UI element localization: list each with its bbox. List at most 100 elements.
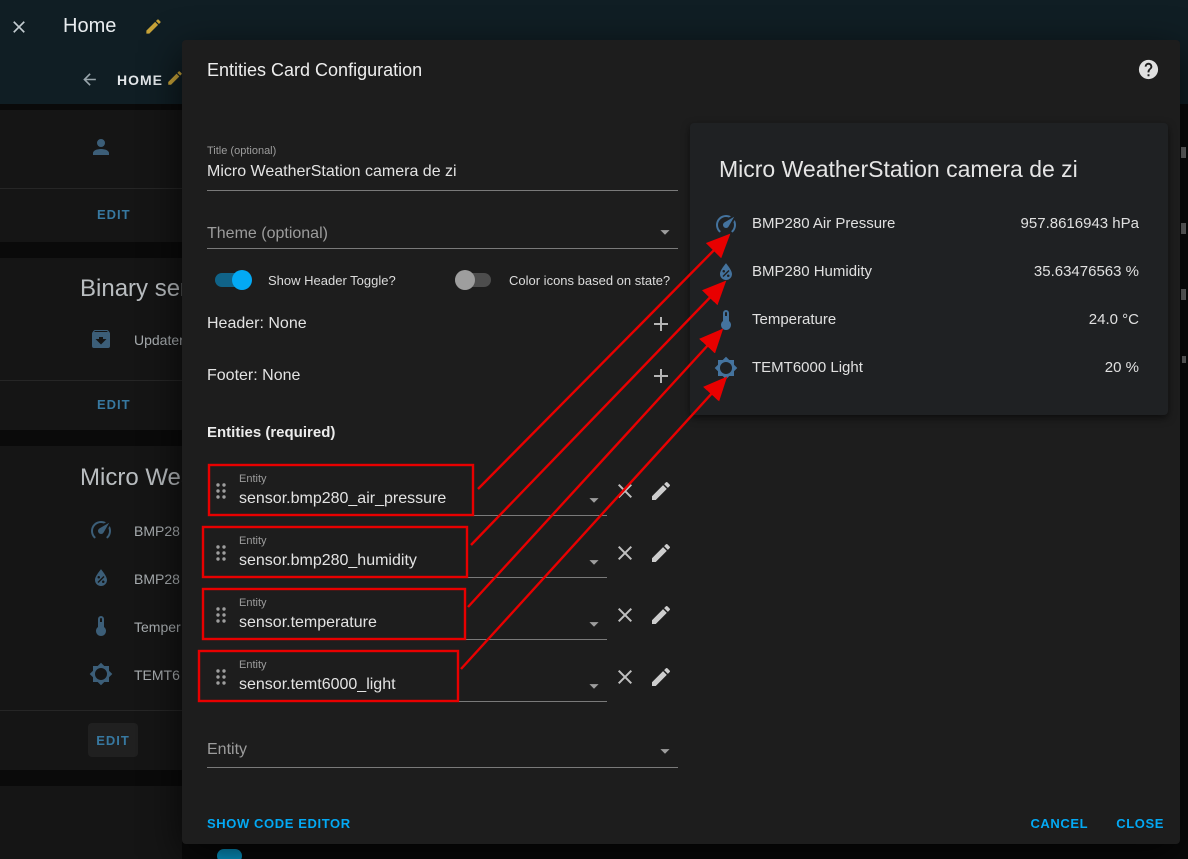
remove-entity-icon[interactable] bbox=[613, 665, 637, 689]
entity-row: Entity sensor.bmp280_air_pressure bbox=[207, 466, 678, 516]
clipped-text-fragment bbox=[1181, 147, 1186, 158]
drag-handle-icon[interactable] bbox=[209, 541, 233, 565]
entity-name: BMP280 Humidity bbox=[752, 263, 873, 280]
entity-input[interactable]: sensor.temperature bbox=[239, 614, 377, 632]
edit-title-pencil-icon[interactable] bbox=[144, 17, 163, 36]
drag-handle-icon[interactable] bbox=[209, 479, 233, 503]
dialog-title: Entities Card Configuration bbox=[207, 60, 423, 80]
show-header-toggle-group: Show Header Toggle? bbox=[215, 270, 396, 290]
card-title: Binary ser bbox=[80, 275, 182, 302]
entity-input[interactable]: sensor.bmp280_air_pressure bbox=[239, 490, 446, 508]
chevron-down-icon[interactable] bbox=[583, 675, 605, 697]
chevron-down-icon[interactable] bbox=[654, 740, 676, 762]
chevron-down-icon[interactable] bbox=[583, 489, 605, 511]
account-icon bbox=[89, 135, 113, 159]
entity-field[interactable]: Entity sensor.bmp280_humidity bbox=[237, 528, 607, 578]
back-arrow-icon[interactable] bbox=[80, 70, 99, 89]
show-header-toggle[interactable] bbox=[215, 270, 252, 290]
preview-card-title: Micro WeatherStation camera de zi bbox=[719, 156, 1078, 182]
gauge-icon bbox=[714, 212, 738, 236]
page-title: Home bbox=[63, 15, 117, 37]
add-entity-placeholder: Entity bbox=[207, 741, 248, 758]
gauge-icon bbox=[89, 518, 113, 542]
entity-input[interactable]: sensor.bmp280_humidity bbox=[239, 552, 417, 570]
tab-home[interactable]: HOME bbox=[117, 72, 163, 88]
chevron-down-icon[interactable] bbox=[654, 221, 676, 243]
header-row: Header: None bbox=[207, 312, 678, 336]
entity-row: Entity sensor.temt6000_light bbox=[207, 652, 678, 702]
brightness-icon bbox=[714, 356, 738, 380]
backdrop-card-partial bbox=[0, 786, 182, 859]
preview-entity-row: TEMT6000 Light 20 % bbox=[690, 344, 1168, 392]
card-title: Micro Wea bbox=[80, 464, 182, 491]
entity-input[interactable]: sensor.temt6000_light bbox=[239, 676, 396, 694]
drag-handle-icon[interactable] bbox=[209, 603, 233, 627]
entity-field-label: Entity bbox=[239, 597, 267, 609]
toggle-label: Color icons based on state? bbox=[509, 273, 671, 288]
card-title-field[interactable]: Title (optional) Micro WeatherStation ca… bbox=[207, 145, 678, 191]
entity-state: 957.8616943 hPa bbox=[1020, 215, 1139, 232]
card-title-input[interactable]: Micro WeatherStation camera de zi bbox=[207, 163, 678, 190]
entity-row: Entity sensor.temperature bbox=[207, 590, 678, 640]
remove-entity-icon[interactable] bbox=[613, 603, 637, 627]
edit-card-button[interactable]: EDIT bbox=[97, 207, 131, 222]
divider bbox=[0, 188, 182, 189]
entity-name: BMP280 Air Pressure bbox=[752, 215, 896, 232]
edit-entity-pencil-icon[interactable] bbox=[649, 665, 673, 689]
footer-row-label: Footer: None bbox=[207, 367, 301, 384]
entity-state: 24.0 °C bbox=[1088, 311, 1139, 328]
header-row-label: Header: None bbox=[207, 315, 307, 332]
entity-field[interactable]: Entity sensor.temperature bbox=[237, 590, 607, 640]
chevron-down-icon[interactable] bbox=[583, 613, 605, 635]
theme-select[interactable]: Theme (optional) bbox=[207, 217, 678, 249]
theme-select-label: Theme (optional) bbox=[207, 225, 328, 242]
cancel-button[interactable]: CANCEL bbox=[1030, 816, 1088, 831]
edit-entity-pencil-icon[interactable] bbox=[649, 541, 673, 565]
remove-entity-icon[interactable] bbox=[613, 541, 637, 565]
chevron-down-icon[interactable] bbox=[583, 551, 605, 573]
add-header-plus-icon[interactable] bbox=[649, 312, 673, 336]
toggle-label: Show Header Toggle? bbox=[268, 273, 396, 288]
show-code-editor-button[interactable]: SHOW CODE EDITOR bbox=[207, 816, 351, 831]
close-icon[interactable] bbox=[9, 17, 29, 37]
clipped-text-fragment bbox=[1181, 289, 1186, 300]
water-percent-icon bbox=[714, 260, 738, 284]
close-button[interactable]: CLOSE bbox=[1116, 816, 1164, 831]
entities-heading: Entities (required) bbox=[207, 424, 336, 441]
color-icons-toggle[interactable] bbox=[455, 270, 491, 290]
help-icon[interactable] bbox=[1137, 58, 1160, 81]
card-preview: Micro WeatherStation camera de zi BMP280… bbox=[690, 123, 1168, 415]
drag-handle-icon[interactable] bbox=[209, 665, 233, 689]
entity-row-label: Updater bbox=[134, 332, 182, 348]
footer-row: Footer: None bbox=[207, 364, 678, 388]
toggle-fragment bbox=[217, 849, 242, 859]
home-assistant-screen: Home HOME Simedru EDIT Binary ser Update… bbox=[0, 0, 1188, 859]
entity-state: 20 % bbox=[1104, 359, 1139, 376]
add-entity-field[interactable]: Entity bbox=[207, 737, 678, 768]
thermometer-icon bbox=[714, 308, 738, 332]
edit-entity-pencil-icon[interactable] bbox=[649, 603, 673, 627]
entity-row-label: BMP28 bbox=[134, 523, 180, 539]
entity-field[interactable]: Entity sensor.temt6000_light bbox=[237, 652, 607, 702]
edit-entity-pencil-icon[interactable] bbox=[649, 479, 673, 503]
brightness-icon bbox=[89, 662, 113, 686]
preview-entity-row: Temperature 24.0 °C bbox=[690, 296, 1168, 344]
dialog-action-bar: CANCEL CLOSE bbox=[1030, 816, 1164, 831]
entity-row-label: BMP28 bbox=[134, 571, 180, 587]
preview-entity-row: BMP280 Humidity 35.63476563 % bbox=[690, 248, 1168, 296]
divider bbox=[0, 380, 182, 381]
remove-entity-icon[interactable] bbox=[613, 479, 637, 503]
entity-field[interactable]: Entity sensor.bmp280_air_pressure bbox=[237, 466, 607, 516]
entity-name: Temperature bbox=[752, 311, 837, 328]
entities-card-configuration-dialog: Entities Card Configuration Title (optio… bbox=[182, 40, 1180, 844]
add-footer-plus-icon[interactable] bbox=[649, 364, 673, 388]
clipped-text-fragment bbox=[1182, 356, 1186, 363]
edit-card-button[interactable]: EDIT bbox=[97, 397, 131, 412]
edit-card-button[interactable]: EDIT bbox=[88, 723, 138, 757]
divider bbox=[0, 710, 182, 711]
entity-row: Entity sensor.bmp280_humidity bbox=[207, 528, 678, 578]
thermometer-icon bbox=[89, 614, 113, 638]
entity-field-label: Entity bbox=[239, 535, 267, 547]
water-percent-icon bbox=[89, 566, 113, 590]
backdrop-card-binary-sensor: Binary ser Updater EDIT bbox=[0, 258, 182, 430]
